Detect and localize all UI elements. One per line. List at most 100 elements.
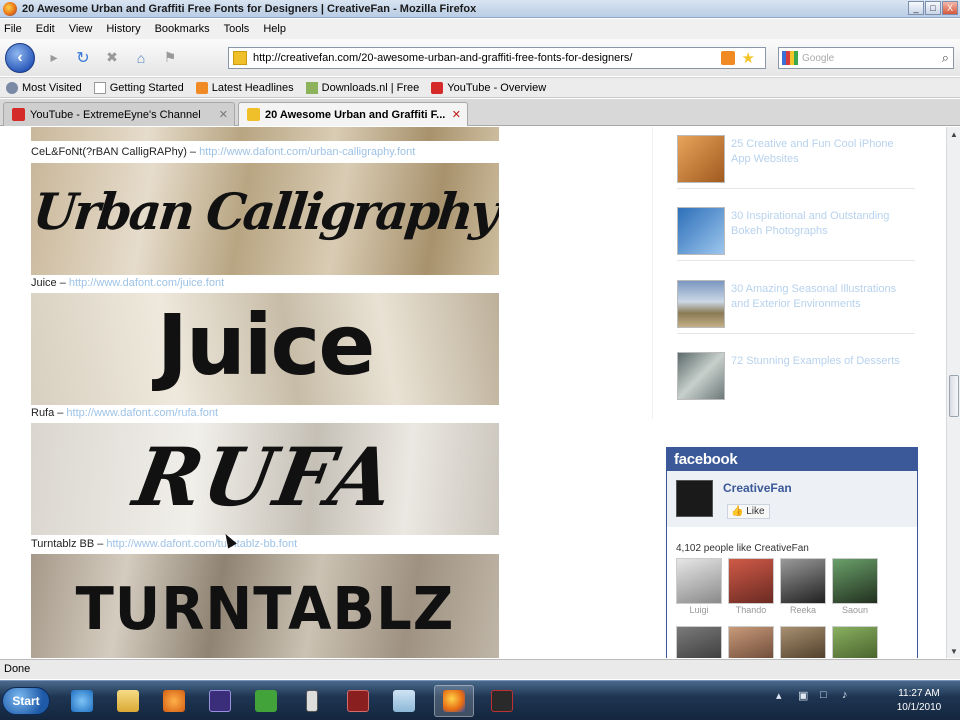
- fan-avatar[interactable]: [728, 626, 774, 658]
- back-button[interactable]: ‹: [5, 42, 35, 73]
- sidebar-related-posts: 25 Creative and Fun Cool iPhone App Webs…: [652, 127, 934, 419]
- scroll-down-icon[interactable]: ▼: [948, 645, 960, 657]
- status-bar: Done: [0, 659, 960, 679]
- media-player-icon[interactable]: [154, 685, 194, 717]
- fan-avatar[interactable]: [676, 626, 722, 658]
- volume-icon[interactable]: ♪: [842, 689, 856, 703]
- fan-avatar[interactable]: Saoun: [832, 558, 878, 615]
- menu-edit[interactable]: Edit: [36, 23, 55, 35]
- menu-bookmarks[interactable]: Bookmarks: [155, 23, 210, 35]
- fan-avatar[interactable]: Reeka: [780, 558, 826, 615]
- google-search-engine-icon[interactable]: [782, 51, 798, 65]
- font-download-link[interactable]: http://www.dafont.com/rufa.font: [66, 407, 218, 419]
- display-icon[interactable]: □: [820, 689, 834, 703]
- facebook-page-name[interactable]: CreativeFan: [723, 481, 792, 495]
- menu-view[interactable]: View: [69, 23, 93, 35]
- clock-date: 10/1/2010: [896, 702, 942, 713]
- page-scrollbar[interactable]: ▲ ▼: [946, 127, 960, 658]
- search-box[interactable]: Google ⌕: [778, 47, 954, 69]
- search-placeholder: Google: [802, 52, 835, 64]
- font-sample-image-turntablz[interactable]: TURNTABLZ: [31, 554, 499, 658]
- address-bar[interactable]: http://creativefan.com/20-awesome-urban-…: [228, 47, 766, 69]
- facebook-like-count: 4,102 people like CreativeFan: [676, 543, 809, 554]
- clock-time: 11:27 AM: [898, 688, 940, 699]
- after-effects-icon[interactable]: [200, 685, 240, 717]
- phone-icon[interactable]: [292, 685, 332, 717]
- site-identity-icon[interactable]: [233, 51, 247, 65]
- folder-icon[interactable]: [108, 685, 148, 717]
- font-sample-image-urban-calligraphy[interactable]: Urban Calligraphy: [31, 163, 499, 275]
- font-caption: Rufa – http://www.dafont.com/rufa.font: [31, 407, 219, 419]
- stop-icon[interactable]: ✖: [102, 48, 122, 68]
- post-thumbnail[interactable]: [677, 135, 725, 183]
- post-title-link[interactable]: 30 Amazing Seasonal Illustrations and Ex…: [731, 282, 915, 312]
- forward-icon[interactable]: ▸: [44, 48, 64, 68]
- font-caption: Juice – http://www.dafont.com/juice.font: [31, 277, 225, 289]
- related-post[interactable]: 30 Inspirational and Outstanding Bokeh P…: [677, 201, 915, 261]
- network-icon[interactable]: ▣: [798, 689, 812, 703]
- related-post[interactable]: 30 Amazing Seasonal Illustrations and Ex…: [677, 274, 915, 334]
- close-tab-icon[interactable]: ✕: [452, 108, 461, 121]
- tab-youtube-channel[interactable]: YouTube - ExtremeEyne's Channel ✕: [3, 102, 235, 126]
- close-tab-icon[interactable]: ✕: [219, 108, 228, 121]
- font-caption: Turntablz BB – http://www.dafont.com/turn…: [31, 538, 298, 550]
- post-title-link[interactable]: 30 Inspirational and Outstanding Bokeh P…: [731, 209, 915, 239]
- previous-font-image: [31, 127, 499, 141]
- tray-arrow-icon[interactable]: ▴: [776, 689, 790, 703]
- related-post[interactable]: 25 Creative and Fun Cool iPhone App Webs…: [677, 129, 915, 189]
- menu-history[interactable]: History: [106, 23, 140, 35]
- minimize-button[interactable]: _: [908, 1, 924, 15]
- fan-avatar[interactable]: [832, 626, 878, 658]
- screen-recorder-icon[interactable]: [482, 685, 522, 717]
- post-thumbnail[interactable]: [677, 280, 725, 328]
- font-sample-image-rufa[interactable]: RUFA: [31, 423, 499, 535]
- post-thumbnail[interactable]: [677, 352, 725, 400]
- bookmark-getting-started[interactable]: Getting Started: [93, 81, 184, 94]
- menu-file[interactable]: File: [4, 23, 22, 35]
- facebook-like-box: facebook CreativeFan 👍 Like 4,102 people…: [666, 447, 918, 658]
- bookmark-add-icon[interactable]: ⚑: [160, 48, 180, 68]
- firefox-taskbar-icon[interactable]: [434, 685, 474, 717]
- bookmarks-toolbar: Most Visited Getting Started Latest Head…: [0, 77, 960, 98]
- bookmark-latest-headlines[interactable]: Latest Headlines: [195, 81, 294, 94]
- bookmark-most-visited[interactable]: Most Visited: [6, 81, 82, 94]
- search-icon[interactable]: ⌕: [942, 50, 949, 66]
- menu-help[interactable]: Help: [263, 23, 286, 35]
- menu-tools[interactable]: Tools: [224, 23, 250, 35]
- rss-feed-icon[interactable]: [721, 51, 735, 65]
- bookmark-downloads[interactable]: Downloads.nl | Free: [305, 81, 419, 94]
- start-button[interactable]: Start: [2, 687, 50, 715]
- maximize-button[interactable]: □: [925, 1, 941, 15]
- facebook-like-button[interactable]: 👍 Like: [727, 504, 770, 519]
- fan-avatar[interactable]: [780, 626, 826, 658]
- home-icon[interactable]: ⌂: [131, 48, 151, 68]
- internet-explorer-icon[interactable]: [62, 685, 102, 717]
- related-post[interactable]: 72 Stunning Examples of Desserts: [677, 346, 915, 406]
- reload-icon[interactable]: ↻: [73, 48, 93, 68]
- post-thumbnail[interactable]: [677, 207, 725, 255]
- taskbar-clock[interactable]: 11:27 AM 10/1/2010: [884, 687, 954, 715]
- creativefan-logo[interactable]: [676, 480, 713, 517]
- bookmark-youtube[interactable]: YouTube - Overview: [431, 81, 546, 94]
- youtube-icon: [12, 108, 25, 121]
- post-title-link[interactable]: 25 Creative and Fun Cool iPhone App Webs…: [731, 137, 915, 167]
- fan-avatar[interactable]: Thando: [728, 558, 774, 615]
- close-window-button[interactable]: X: [942, 1, 958, 15]
- font-download-link[interactable]: http://www.dafont.com/urban-calligraphy.…: [199, 146, 415, 158]
- rss-icon: [195, 81, 208, 94]
- tab-creativefan[interactable]: 20 Awesome Urban and Graffiti F... ✕: [238, 102, 468, 126]
- glass-app-icon[interactable]: [384, 685, 424, 717]
- fan-avatar[interactable]: Luigi: [676, 558, 722, 615]
- red-app-icon[interactable]: [338, 685, 378, 717]
- utorrent-icon[interactable]: [246, 685, 286, 717]
- font-download-link[interactable]: http://www.dafont.com/juice.font: [69, 277, 224, 289]
- scroll-up-icon[interactable]: ▲: [948, 128, 960, 140]
- bookmark-star-icon[interactable]: ★: [742, 49, 755, 67]
- scrollbar-thumb[interactable]: [949, 375, 959, 417]
- font-sample-image-juice[interactable]: Juice: [31, 293, 499, 405]
- facebook-header[interactable]: facebook: [667, 448, 917, 471]
- system-tray: ▴ ▣ □ ♪: [776, 689, 856, 703]
- font-download-link[interactable]: http://www.dafont.com/turntablz-bb.font: [106, 538, 297, 550]
- font-caption: CeL&FoNt(?rBAN CalligRAPhy) – http://www.…: [31, 146, 416, 158]
- post-title-link[interactable]: 72 Stunning Examples of Desserts: [731, 354, 915, 369]
